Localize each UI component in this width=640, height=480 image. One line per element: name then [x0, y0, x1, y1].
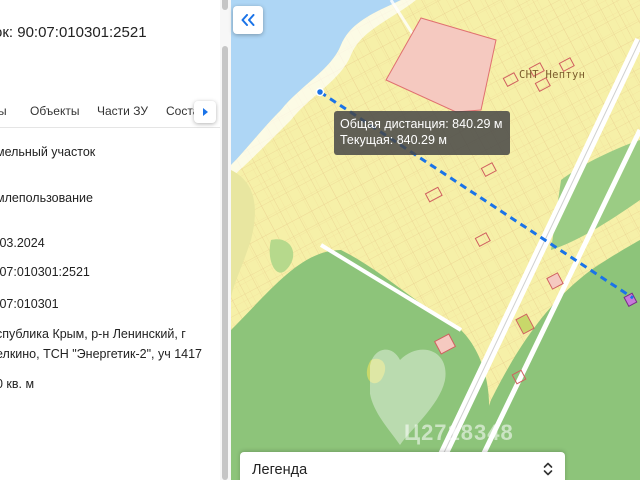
- measure-start-point: [315, 87, 325, 97]
- tab-parts[interactable]: Части ЗУ: [97, 104, 148, 118]
- map-label-snt: СНТ Нептун: [519, 69, 586, 81]
- field-area: 0 кв. м: [0, 377, 35, 391]
- tab-objects[interactable]: Объекты: [30, 104, 80, 118]
- collapse-double-chevron-left-icon: [241, 14, 255, 26]
- field-address-line-1: спублика Крым, р-н Ленинский, г: [0, 327, 186, 341]
- field-category: мельный участок: [0, 145, 96, 159]
- panel-scrollbar-thumb[interactable]: [222, 46, 228, 480]
- total-distance-text: Общая дистанция: 840.29 м: [340, 117, 503, 131]
- chevron-right-icon: [203, 108, 208, 116]
- tab-info[interactable]: ы: [0, 104, 7, 118]
- field-date: .03.2024: [0, 236, 45, 250]
- collapse-panel-button[interactable]: [233, 6, 263, 34]
- field-address-line-2: елкино, ТСН "Энергетик-2", уч 1417: [0, 347, 203, 361]
- field-permitted-use: млепользование: [0, 191, 93, 205]
- sort-arrows-icon: [543, 462, 553, 476]
- tabs-scroll-right-button[interactable]: [194, 101, 216, 123]
- parcel-title: ок: 90:07:010301:2521: [0, 24, 147, 41]
- watermark-id: Ц2718348: [404, 420, 514, 445]
- parcel-info-panel: ок: 90:07:010301:2521 ы Объекты Части ЗУ…: [0, 0, 231, 480]
- current-distance-text: Текущая: 840.29 м: [340, 133, 447, 147]
- legend-toggle[interactable]: Легенда: [240, 452, 565, 480]
- distance-tooltip: Общая дистанция: 840.29 м Текущая: 840.2…: [334, 111, 510, 155]
- field-cadastral-number: :07:010301:2521: [0, 265, 90, 279]
- legend-label: Легенда: [252, 462, 308, 478]
- field-cadastral-quarter: :07:010301: [0, 297, 59, 311]
- panel-scrollbar-cap: [222, 0, 228, 10]
